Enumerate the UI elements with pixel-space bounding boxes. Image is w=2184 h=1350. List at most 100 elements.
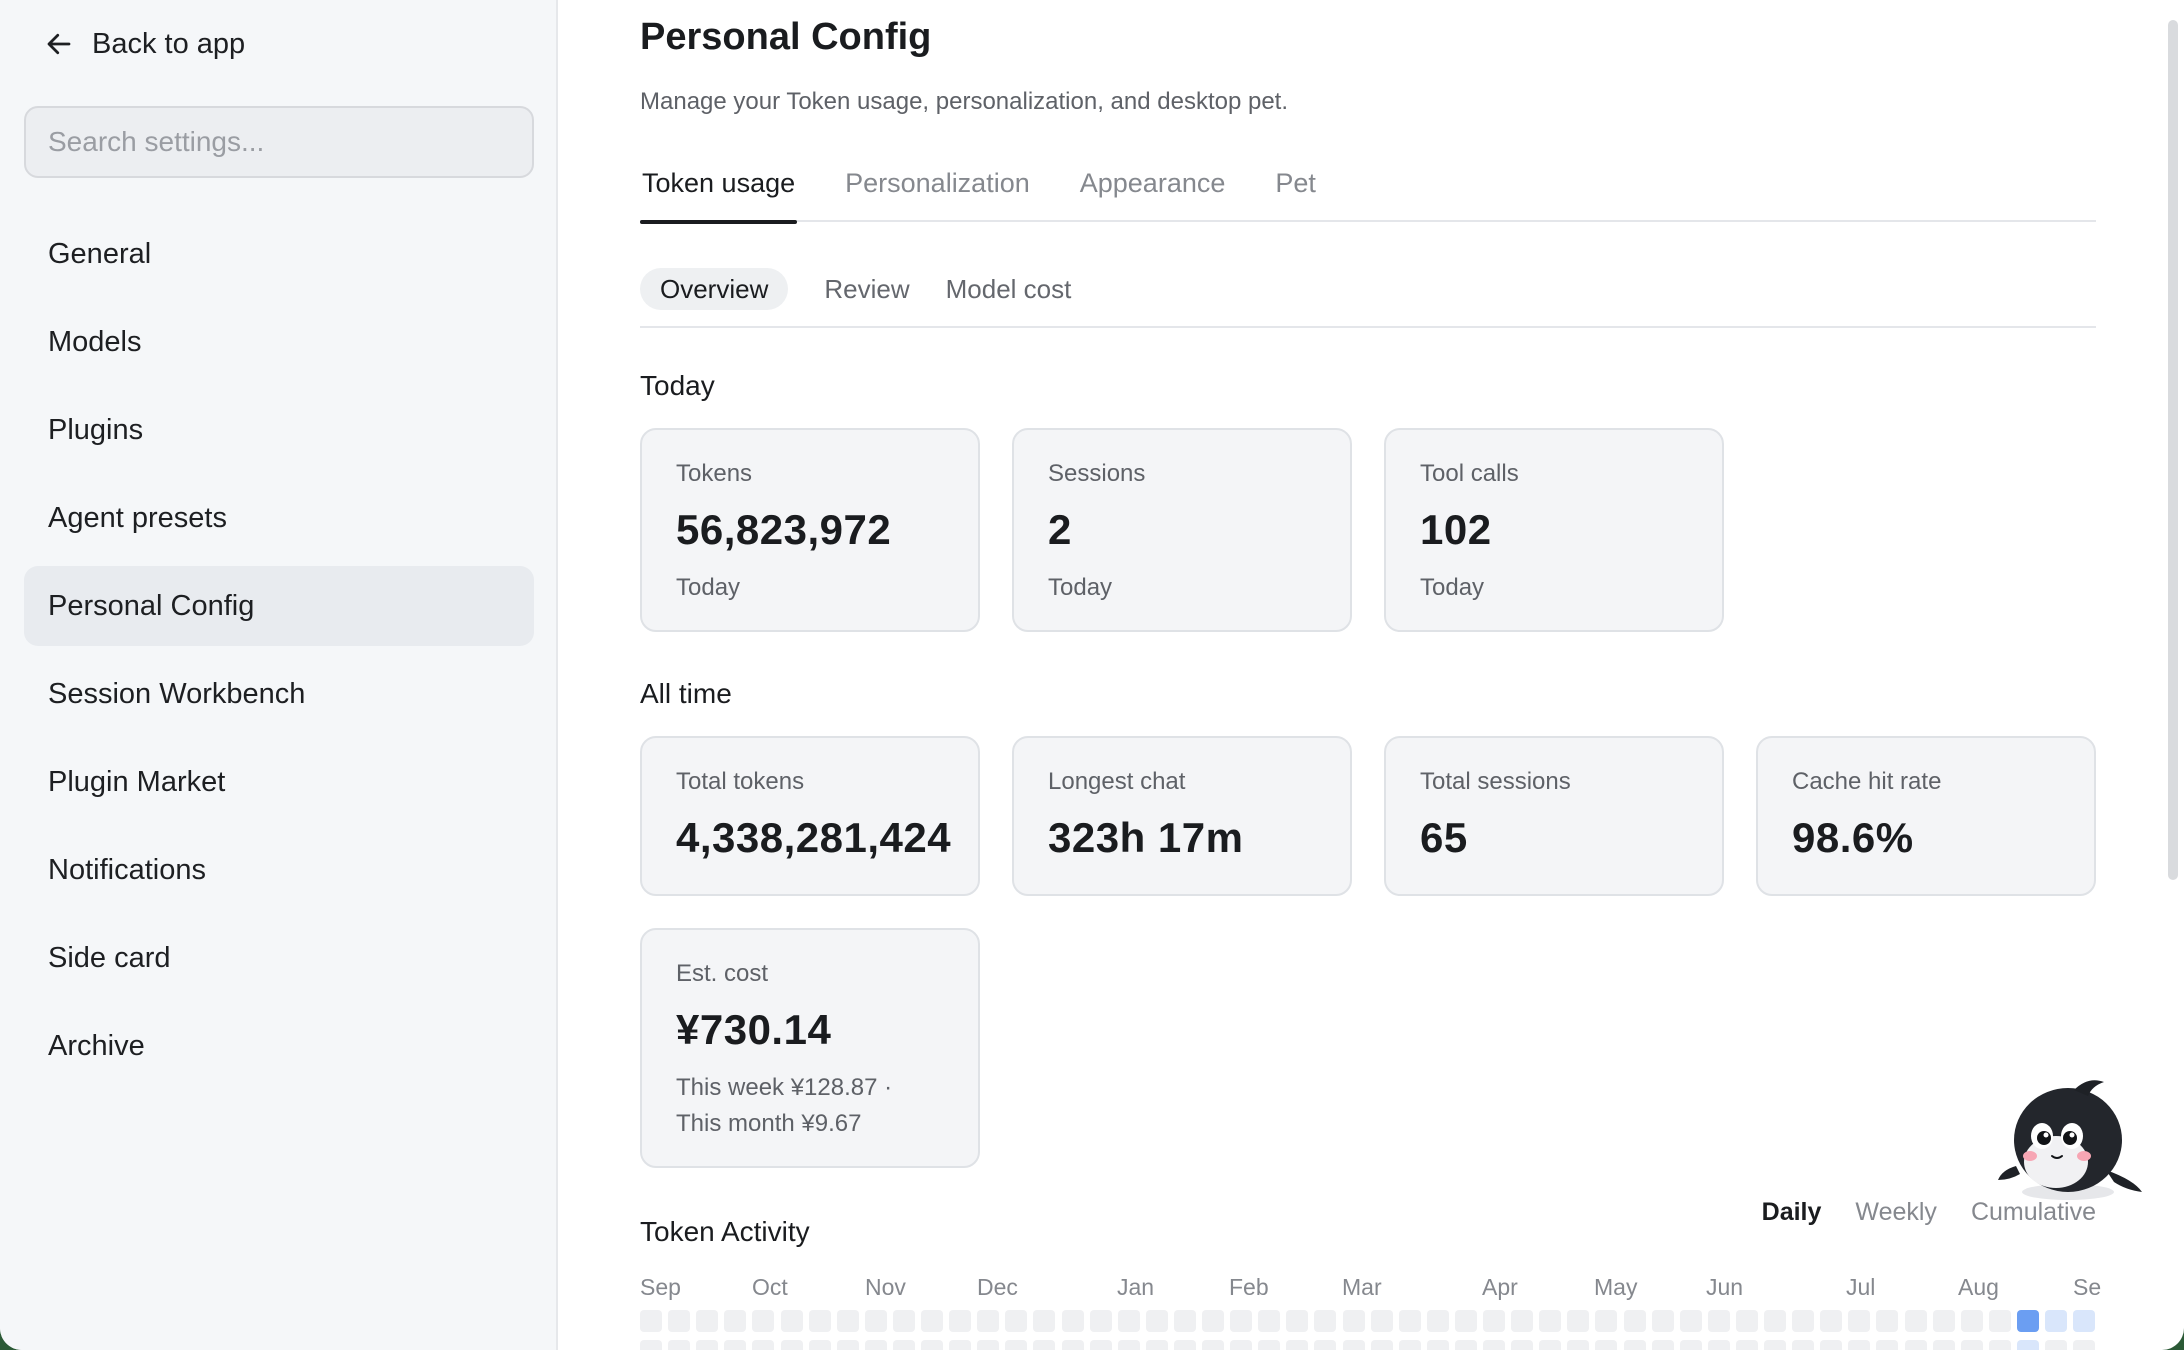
subtab-overview[interactable]: Overview bbox=[640, 268, 789, 310]
heatmap-cell[interactable] bbox=[809, 1340, 831, 1350]
heatmap-cell[interactable] bbox=[1792, 1340, 1814, 1350]
heatmap-cell[interactable] bbox=[781, 1310, 803, 1332]
tab-token-usage[interactable]: Token usage bbox=[640, 158, 798, 224]
heatmap-cell[interactable] bbox=[837, 1310, 859, 1332]
sidebar-item-personal-config[interactable]: Personal Config bbox=[24, 566, 534, 646]
heatmap-cell[interactable] bbox=[1848, 1310, 1870, 1332]
heatmap-cell[interactable] bbox=[1202, 1310, 1224, 1332]
heatmap-cell[interactable] bbox=[1680, 1310, 1702, 1332]
heatmap-cell[interactable] bbox=[949, 1310, 971, 1332]
heatmap-cell[interactable] bbox=[2073, 1310, 2095, 1332]
heatmap-cell[interactable] bbox=[1624, 1310, 1646, 1332]
search-settings-input[interactable] bbox=[24, 106, 534, 178]
sidebar-item-general[interactable]: General bbox=[24, 214, 534, 294]
heatmap-cell[interactable] bbox=[2045, 1310, 2067, 1332]
heatmap-cell[interactable] bbox=[1624, 1340, 1646, 1350]
tab-pet[interactable]: Pet bbox=[1273, 158, 1318, 222]
main-scrollbar[interactable] bbox=[2168, 20, 2178, 880]
heatmap-cell[interactable] bbox=[1427, 1340, 1449, 1350]
sidebar-item-side-card[interactable]: Side card bbox=[24, 918, 534, 998]
heatmap-cell[interactable] bbox=[1567, 1310, 1589, 1332]
heatmap-cell[interactable] bbox=[1427, 1310, 1449, 1332]
tab-personalization[interactable]: Personalization bbox=[843, 158, 1032, 222]
heatmap-cell[interactable] bbox=[724, 1310, 746, 1332]
heatmap-cell[interactable] bbox=[809, 1310, 831, 1332]
heatmap-cell[interactable] bbox=[921, 1340, 943, 1350]
sidebar-item-archive[interactable]: Archive bbox=[24, 1006, 534, 1086]
heatmap-cell[interactable] bbox=[1595, 1340, 1617, 1350]
heatmap-cell[interactable] bbox=[1933, 1310, 1955, 1332]
heatmap-cell[interactable] bbox=[1090, 1340, 1112, 1350]
heatmap-cell[interactable] bbox=[1314, 1340, 1336, 1350]
heatmap-cell[interactable] bbox=[1005, 1340, 1027, 1350]
heatmap-cell[interactable] bbox=[1989, 1340, 2011, 1350]
sidebar-item-plugin-market[interactable]: Plugin Market bbox=[24, 742, 534, 822]
heatmap-cell[interactable] bbox=[1736, 1340, 1758, 1350]
heatmap-cell[interactable] bbox=[1258, 1340, 1280, 1350]
heatmap-cell[interactable] bbox=[1230, 1340, 1252, 1350]
desktop-pet-icon[interactable] bbox=[1996, 1070, 2146, 1210]
tab-appearance[interactable]: Appearance bbox=[1078, 158, 1228, 222]
heatmap-cell[interactable] bbox=[1567, 1340, 1589, 1350]
heatmap-cell[interactable] bbox=[1708, 1340, 1730, 1350]
heatmap-cell[interactable] bbox=[1090, 1310, 1112, 1332]
heatmap-cell[interactable] bbox=[752, 1310, 774, 1332]
heatmap-cell[interactable] bbox=[1539, 1340, 1561, 1350]
sidebar-item-plugins[interactable]: Plugins bbox=[24, 390, 534, 470]
heatmap-cell[interactable] bbox=[1062, 1340, 1084, 1350]
heatmap-cell[interactable] bbox=[781, 1340, 803, 1350]
heatmap-cell[interactable] bbox=[1652, 1310, 1674, 1332]
heatmap-cell[interactable] bbox=[893, 1340, 915, 1350]
heatmap-cell[interactable] bbox=[1343, 1340, 1365, 1350]
heatmap-cell[interactable] bbox=[1511, 1340, 1533, 1350]
heatmap-cell[interactable] bbox=[1961, 1340, 1983, 1350]
heatmap-cell[interactable] bbox=[1118, 1310, 1140, 1332]
heatmap-cell[interactable] bbox=[1033, 1340, 1055, 1350]
heatmap-cell[interactable] bbox=[921, 1310, 943, 1332]
heatmap-cell[interactable] bbox=[837, 1340, 859, 1350]
heatmap-cell[interactable] bbox=[1483, 1310, 1505, 1332]
heatmap-cell[interactable] bbox=[1792, 1310, 1814, 1332]
heatmap-cell[interactable] bbox=[640, 1310, 662, 1332]
sidebar-item-agent-presets[interactable]: Agent presets bbox=[24, 478, 534, 558]
heatmap-cell[interactable] bbox=[1455, 1310, 1477, 1332]
heatmap-cell[interactable] bbox=[977, 1310, 999, 1332]
heatmap-cell[interactable] bbox=[1876, 1340, 1898, 1350]
heatmap-cell[interactable] bbox=[1483, 1340, 1505, 1350]
sidebar-item-session-workbench[interactable]: Session Workbench bbox=[24, 654, 534, 734]
sidebar-item-notifications[interactable]: Notifications bbox=[24, 830, 534, 910]
heatmap-cell[interactable] bbox=[640, 1340, 662, 1350]
heatmap-cell[interactable] bbox=[1174, 1310, 1196, 1332]
heatmap-cell[interactable] bbox=[2017, 1310, 2039, 1332]
heatmap-cell[interactable] bbox=[1708, 1310, 1730, 1332]
heatmap-cell[interactable] bbox=[1539, 1310, 1561, 1332]
heatmap-cell[interactable] bbox=[949, 1340, 971, 1350]
heatmap-cell[interactable] bbox=[1371, 1340, 1393, 1350]
heatmap-cell[interactable] bbox=[1989, 1310, 2011, 1332]
heatmap-cell[interactable] bbox=[1764, 1340, 1786, 1350]
heatmap-cell[interactable] bbox=[1736, 1310, 1758, 1332]
heatmap-cell[interactable] bbox=[1511, 1310, 1533, 1332]
view-weekly-button[interactable]: Weekly bbox=[1855, 1198, 1937, 1227]
heatmap-cell[interactable] bbox=[1118, 1340, 1140, 1350]
heatmap-cell[interactable] bbox=[696, 1340, 718, 1350]
heatmap-cell[interactable] bbox=[1202, 1340, 1224, 1350]
heatmap-cell[interactable] bbox=[1286, 1310, 1308, 1332]
heatmap-cell[interactable] bbox=[1146, 1310, 1168, 1332]
heatmap-cell[interactable] bbox=[1595, 1310, 1617, 1332]
heatmap-cell[interactable] bbox=[1399, 1310, 1421, 1332]
heatmap-cell[interactable] bbox=[1680, 1340, 1702, 1350]
back-to-app-button[interactable]: Back to app bbox=[44, 24, 245, 64]
view-daily-button[interactable]: Daily bbox=[1762, 1198, 1822, 1227]
heatmap-cell[interactable] bbox=[1062, 1310, 1084, 1332]
heatmap-cell[interactable] bbox=[865, 1340, 887, 1350]
heatmap-cell[interactable] bbox=[1033, 1310, 1055, 1332]
heatmap-cell[interactable] bbox=[893, 1310, 915, 1332]
heatmap-cell[interactable] bbox=[1399, 1340, 1421, 1350]
heatmap-cell[interactable] bbox=[1286, 1340, 1308, 1350]
heatmap-cell[interactable] bbox=[1848, 1340, 1870, 1350]
heatmap-cell[interactable] bbox=[1005, 1310, 1027, 1332]
heatmap-cell[interactable] bbox=[2017, 1340, 2039, 1350]
heatmap-cell[interactable] bbox=[724, 1340, 746, 1350]
heatmap-cell[interactable] bbox=[1371, 1310, 1393, 1332]
